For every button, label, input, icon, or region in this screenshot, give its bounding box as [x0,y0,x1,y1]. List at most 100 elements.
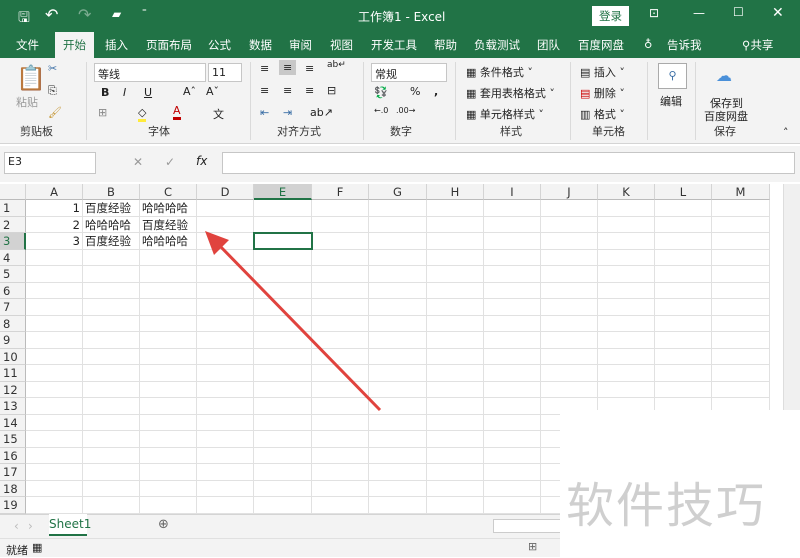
cell[interactable] [369,315,427,332]
next-sheet-icon[interactable]: › [28,519,33,533]
paste-icon[interactable]: 📋 [16,64,46,92]
cell[interactable] [26,480,83,497]
cell[interactable] [427,249,484,266]
cell[interactable] [26,315,83,332]
cell[interactable]: 哈哈哈哈 [140,233,197,250]
cell[interactable]: 哈哈哈哈 [83,216,140,233]
cell[interactable] [26,497,83,514]
cell[interactable] [484,233,541,250]
cell[interactable] [369,381,427,398]
row-header[interactable]: 17 [0,464,26,481]
cancel-icon[interactable]: ✕ [133,155,143,169]
align-top-icon[interactable]: ≡ [260,62,269,75]
cell[interactable] [26,398,83,415]
percent-button[interactable]: % [410,85,420,98]
cell[interactable] [312,299,369,316]
cell[interactable] [598,249,655,266]
cell[interactable] [312,414,369,431]
tab-developer[interactable]: 开发工具 [371,37,417,53]
format-as-table-button[interactable]: ▦ 套用表格格式 ˅ [466,85,555,101]
cell[interactable] [140,447,197,464]
tab-load-test[interactable]: 负载测试 [474,37,520,53]
tab-baidu-pan[interactable]: 百度网盘 [578,37,624,53]
format-painter-icon[interactable]: 🖌 [48,106,62,119]
cell[interactable] [26,282,83,299]
cell[interactable] [655,381,712,398]
cell[interactable] [427,332,484,349]
cell[interactable] [369,233,427,250]
copy-icon[interactable]: ⎘ [48,84,57,98]
cell[interactable]: 百度经验 [83,233,140,250]
tab-help[interactable]: 帮助 [434,37,457,53]
cell[interactable] [26,299,83,316]
cell[interactable] [254,398,312,415]
tab-team[interactable]: 团队 [537,37,560,53]
row-header[interactable]: 5 [0,266,26,283]
column-header[interactable]: C [140,184,197,200]
cell[interactable] [197,299,254,316]
cell[interactable] [197,216,254,233]
cell[interactable] [655,299,712,316]
cell[interactable] [254,266,312,283]
cell[interactable] [312,398,369,415]
cell[interactable] [598,216,655,233]
cell[interactable] [712,332,770,349]
cell[interactable] [26,249,83,266]
cell[interactable] [197,365,254,382]
cell[interactable] [484,365,541,382]
cell-styles-button[interactable]: ▦ 单元格样式 ˅ [466,106,544,122]
cell[interactable] [484,447,541,464]
cell[interactable] [484,200,541,217]
row-header[interactable]: 15 [0,431,26,448]
cell[interactable] [369,348,427,365]
cell[interactable] [140,464,197,481]
cell[interactable] [484,348,541,365]
cell[interactable] [369,299,427,316]
cell[interactable] [427,464,484,481]
open-folder-icon[interactable]: ▰ [112,7,121,21]
cell[interactable] [140,249,197,266]
cell[interactable] [140,332,197,349]
cell[interactable] [655,266,712,283]
cell[interactable] [254,431,312,448]
tab-data[interactable]: 数据 [249,37,272,53]
prev-sheet-icon[interactable]: ‹ [14,519,19,533]
cell[interactable] [83,497,140,514]
cell[interactable] [312,464,369,481]
borders-icon[interactable]: ⊞ [98,106,107,119]
cell[interactable] [655,282,712,299]
cell[interactable] [427,414,484,431]
undo-icon[interactable]: ↶ [45,5,58,24]
cell[interactable] [140,365,197,382]
wrap-text-icon[interactable]: ab↵ [327,60,346,70]
cell[interactable] [83,365,140,382]
row-header[interactable]: 9 [0,332,26,349]
cell[interactable] [427,233,484,250]
cell[interactable] [83,332,140,349]
collapse-ribbon-icon[interactable]: ˄ [783,126,789,139]
column-header[interactable]: L [655,184,712,200]
cell[interactable] [655,233,712,250]
cell[interactable] [83,447,140,464]
cell[interactable] [197,480,254,497]
cell[interactable] [312,381,369,398]
column-header[interactable]: J [541,184,598,200]
tab-formulas[interactable]: 公式 [208,37,231,53]
cell[interactable] [541,315,598,332]
cell[interactable] [369,414,427,431]
cell[interactable] [369,431,427,448]
cell[interactable] [312,431,369,448]
cell[interactable] [655,200,712,217]
cell[interactable] [312,332,369,349]
cell[interactable] [484,381,541,398]
cell[interactable] [197,233,254,250]
formula-input[interactable] [222,152,795,174]
cell[interactable] [254,447,312,464]
cell[interactable] [712,381,770,398]
cell[interactable] [712,200,770,217]
row-header[interactable]: 11 [0,365,26,382]
login-button[interactable]: 登录 [592,6,629,26]
cell[interactable] [484,266,541,283]
cell[interactable] [541,365,598,382]
cell[interactable] [541,299,598,316]
